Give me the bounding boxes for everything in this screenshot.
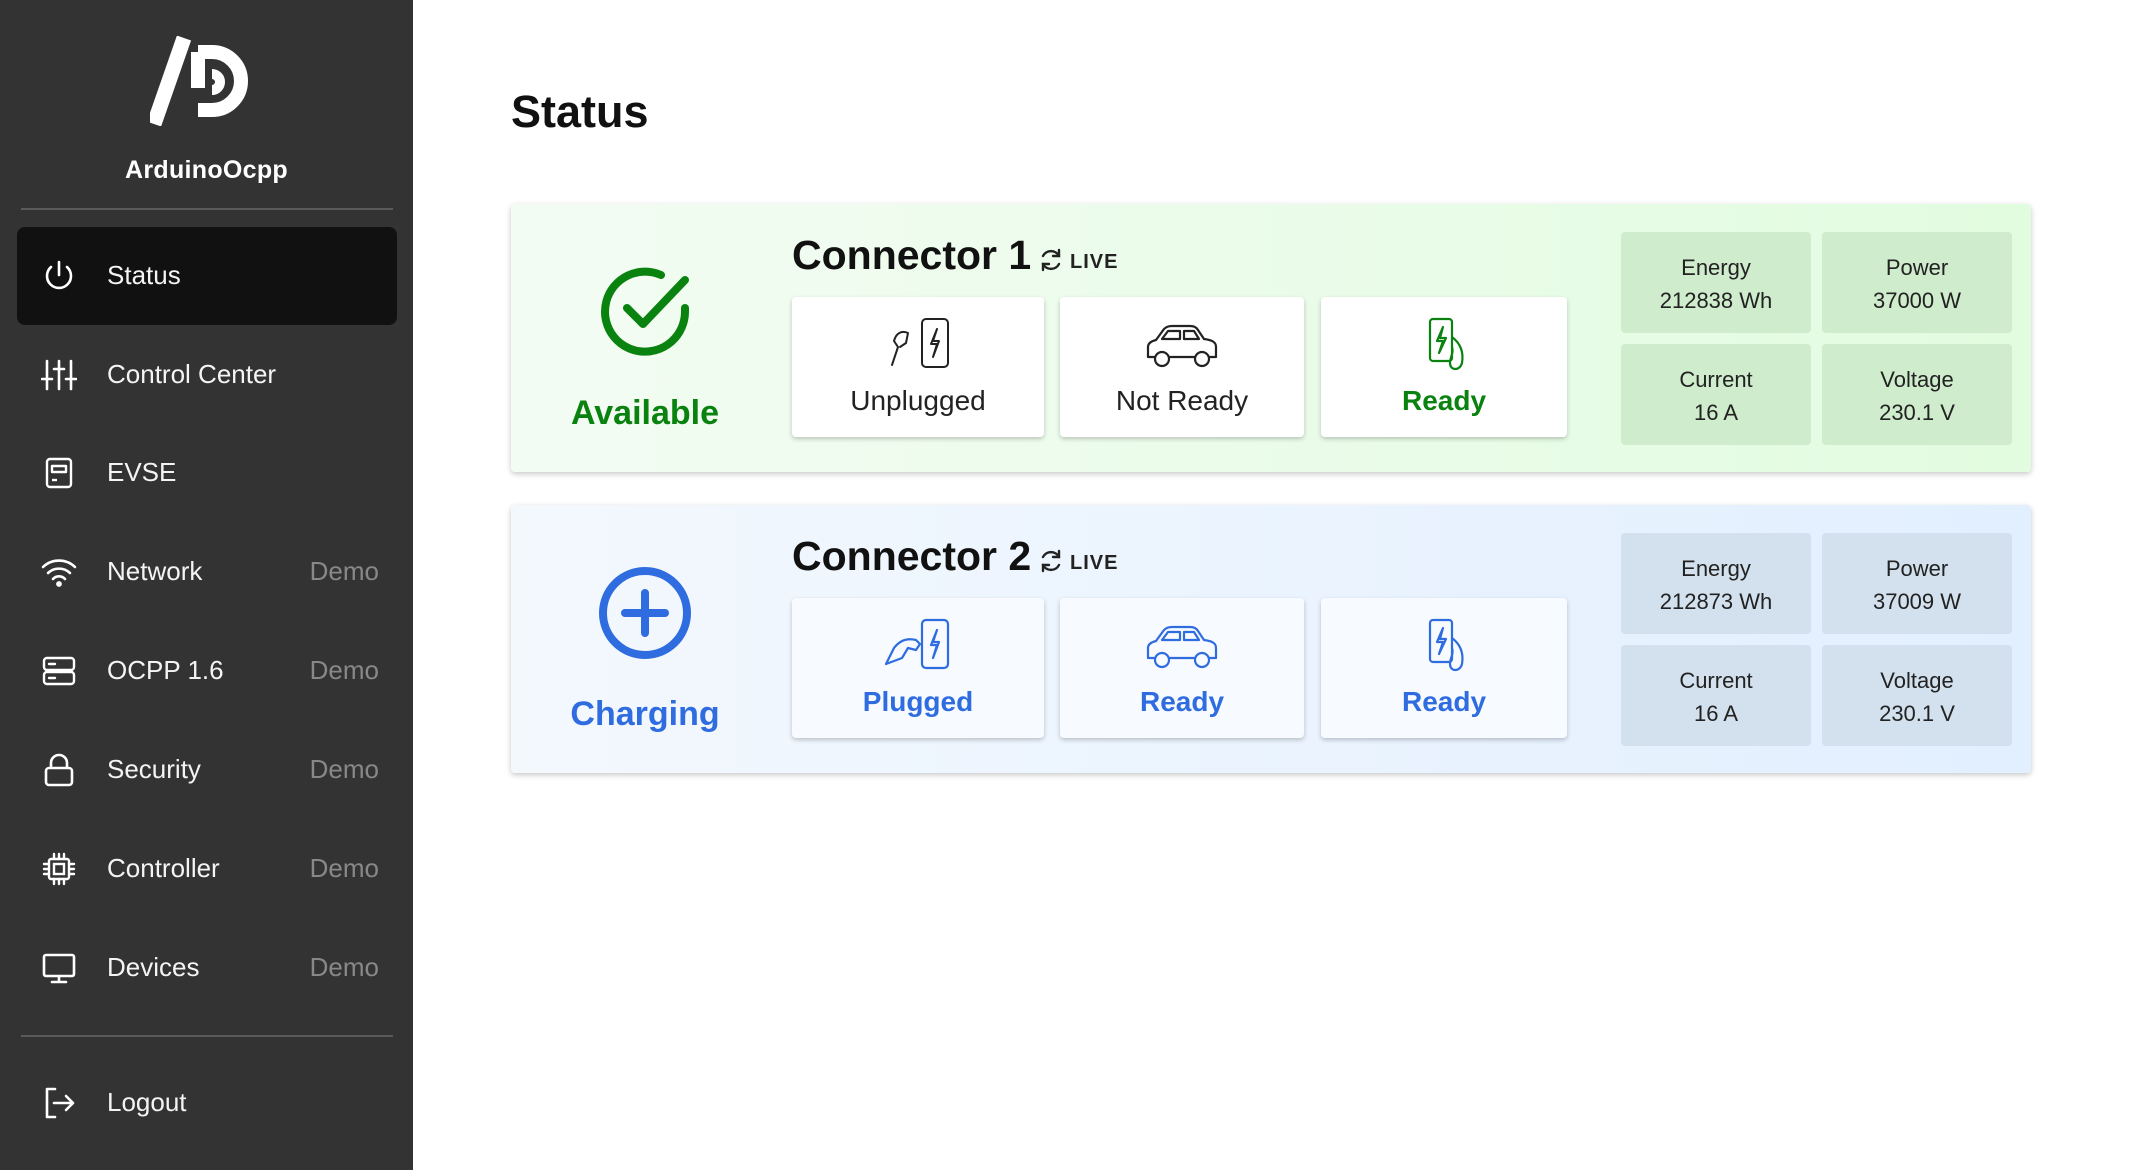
brand-name: ArduinoOcpp	[124, 156, 288, 184]
metric-label: Current	[1679, 367, 1753, 392]
evse-icon	[45, 457, 73, 489]
sidebar-divider	[21, 208, 393, 210]
sidebar-item-devices[interactable]: Devices Demo	[17, 919, 397, 1017]
metric-label: Voltage	[1880, 367, 1954, 392]
refresh-icon	[1041, 248, 1061, 272]
metric-voltage: Voltage 230.1 V	[1822, 645, 2012, 746]
connector-card-1: Available Connector 1 LIVE Unplugged Not…	[511, 204, 2031, 472]
connector-title: Connector 2	[792, 533, 1032, 579]
metric-value: 16 A	[1693, 701, 1739, 726]
connector-status: Charging	[570, 695, 720, 733]
power-icon	[45, 260, 73, 290]
metric-label: Current	[1679, 668, 1753, 693]
metric-label: Voltage	[1880, 668, 1954, 693]
monitor-icon	[42, 953, 76, 984]
sidebar-item-evse[interactable]: EVSE	[17, 424, 397, 522]
sidebar-item-status[interactable]: Status	[17, 227, 397, 325]
plug-status-tile: Unplugged	[792, 297, 1044, 437]
metric-current: Current 16 A	[1621, 645, 1811, 746]
metric-value: 230.1 V	[1879, 400, 1955, 425]
metric-current: Current 16 A	[1621, 344, 1811, 445]
metric-label: Power	[1885, 556, 1949, 581]
plug-status-label: Unplugged	[850, 385, 986, 416]
sidebar-item-control-center[interactable]: Control Center	[17, 326, 397, 424]
logout-icon	[45, 1087, 75, 1119]
sidebar-item-label: Security	[107, 754, 201, 784]
demo-badge: Demo	[309, 754, 379, 784]
sidebar-item-ocpp[interactable]: OCPP 1.6 Demo	[17, 622, 397, 720]
lock-icon	[44, 753, 74, 787]
sidebar-divider	[21, 1035, 393, 1037]
evse-status-tile: Ready	[1321, 598, 1567, 738]
plugged-icon	[884, 618, 950, 670]
demo-badge: Demo	[309, 556, 379, 586]
vehicle-status-label: Ready	[1139, 686, 1225, 717]
arduinoocpp-logo	[150, 36, 248, 126]
vehicle-status-tile: Ready	[1060, 598, 1304, 738]
metric-power: Power 37009 W	[1822, 533, 2012, 634]
refresh-icon	[1041, 549, 1061, 573]
evse-status-tile: Ready	[1321, 297, 1567, 437]
metric-value: 212838 Wh	[1659, 288, 1773, 313]
sidebar-item-label: Status	[107, 260, 181, 290]
sidebar-item-label: Control Center	[107, 359, 277, 389]
wifi-icon	[41, 559, 77, 587]
demo-badge: Demo	[309, 952, 379, 982]
evse-status-label: Ready	[1401, 686, 1487, 717]
sidebar-item-label: OCPP 1.6	[107, 655, 224, 685]
logout-button[interactable]: Logout	[17, 1054, 397, 1152]
car-icon	[1146, 625, 1218, 669]
evse-status-label: Ready	[1401, 385, 1487, 416]
car-icon	[1146, 324, 1218, 368]
metric-value: 37000 W	[1872, 288, 1962, 313]
connector-status: Available	[570, 394, 720, 432]
live-indicator: LIVE	[1070, 251, 1119, 273]
charger-icon	[1428, 618, 1464, 672]
metric-energy: Energy 212838 Wh	[1621, 232, 1811, 333]
metric-power: Power 37000 W	[1822, 232, 2012, 333]
unplugged-icon	[891, 318, 949, 368]
metric-voltage: Voltage 230.1 V	[1822, 344, 2012, 445]
demo-badge: Demo	[309, 655, 379, 685]
sidebar-item-controller[interactable]: Controller Demo	[17, 820, 397, 918]
metric-energy: Energy 212873 Wh	[1621, 533, 1811, 634]
sidebar-item-network[interactable]: Network Demo	[17, 523, 397, 621]
metric-value: 212873 Wh	[1659, 589, 1773, 614]
demo-badge: Demo	[309, 853, 379, 883]
connector-title: Connector 1	[792, 232, 1032, 278]
logout-label: Logout	[107, 1087, 187, 1117]
check-circle-icon	[601, 267, 689, 356]
sliders-icon	[41, 359, 77, 391]
metric-label: Energy	[1681, 255, 1751, 280]
metric-value: 37009 W	[1872, 589, 1962, 614]
plug-status-tile: Plugged	[792, 598, 1044, 738]
sidebar-item-label: Network	[107, 556, 203, 586]
server-icon	[42, 656, 76, 686]
metric-value: 230.1 V	[1879, 701, 1955, 726]
page-title: Status	[511, 86, 649, 137]
sidebar-item-security[interactable]: Security Demo	[17, 721, 397, 819]
plug-status-label: Plugged	[862, 686, 974, 717]
metric-label: Energy	[1681, 556, 1751, 581]
plus-circle-icon	[599, 567, 691, 659]
sidebar-item-label: Devices	[107, 952, 200, 982]
sidebar: ArduinoOcpp Status Control Center EVSE N…	[0, 0, 413, 1170]
live-indicator: LIVE	[1070, 552, 1119, 574]
sidebar-item-label: EVSE	[107, 457, 177, 487]
metric-label: Power	[1885, 255, 1949, 280]
charger-icon	[1428, 317, 1464, 371]
chip-icon	[42, 852, 76, 886]
connector-card-2: Charging Connector 2 LIVE Plugged Ready …	[511, 505, 2031, 773]
vehicle-status-label: Not Ready	[1115, 385, 1249, 416]
metric-value: 16 A	[1693, 400, 1739, 425]
vehicle-status-tile: Not Ready	[1060, 297, 1304, 437]
sidebar-item-label: Controller	[107, 853, 220, 883]
